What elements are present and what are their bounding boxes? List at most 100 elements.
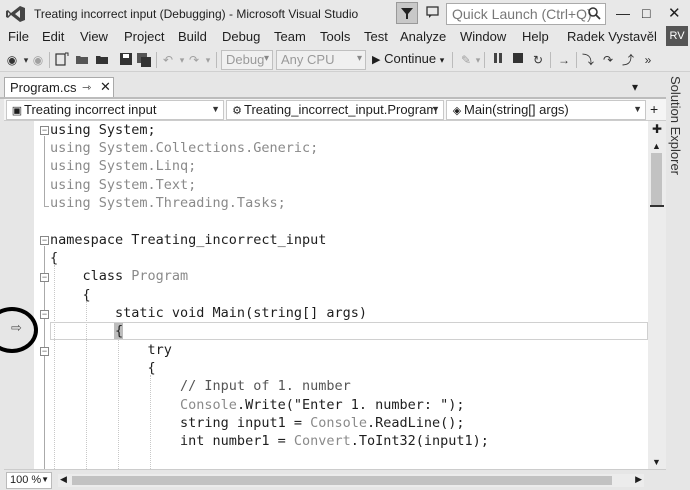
step-into-icon[interactable]: ⤵ <box>580 52 596 68</box>
caret-position-marker <box>650 205 664 207</box>
scroll-down-icon[interactable]: ▼ <box>652 457 661 467</box>
close-tab-icon[interactable]: ✕ <box>100 79 111 95</box>
member-select[interactable]: ◈ Main(string[] args) ▼ <box>446 100 646 120</box>
split-handle-icon[interactable]: ✚ <box>650 123 664 135</box>
code-line[interactable]: { <box>50 322 123 340</box>
open-file-dropdown-icon[interactable] <box>94 52 110 68</box>
continue-button[interactable]: ▶ Continue ▾ <box>372 51 444 66</box>
tab-list-dropdown-icon[interactable]: ▾ <box>632 80 638 94</box>
stop-debugging-icon[interactable] <box>510 52 526 68</box>
scroll-thumb[interactable] <box>72 476 612 485</box>
code-line[interactable]: namespace Treating_incorrect_input <box>50 231 326 249</box>
menu-tools[interactable]: Tools <box>320 29 350 44</box>
project-select[interactable]: ▣ Treating incorrect input ▼ <box>6 100 224 120</box>
notifications-filter-icon[interactable] <box>396 2 418 24</box>
redo-dropdown-icon[interactable]: ▾ <box>200 52 216 68</box>
tab-program-cs[interactable]: Program.cs ⇾ ✕ <box>4 77 114 98</box>
indicator-margin[interactable] <box>4 121 34 469</box>
visual-studio-logo-icon <box>6 6 25 22</box>
save-all-icon[interactable] <box>136 52 152 68</box>
scroll-thumb[interactable] <box>651 153 662 207</box>
code-line-class[interactable]: class Program <box>50 267 189 285</box>
code-line[interactable]: using System.Threading.Tasks; <box>50 194 286 212</box>
quick-launch-input[interactable]: Quick Launch (Ctrl+Q) <box>446 3 606 25</box>
show-next-statement-icon[interactable]: → <box>556 52 572 68</box>
menu-edit[interactable]: Edit <box>42 29 64 44</box>
pin-icon[interactable]: ⇾ <box>82 81 91 94</box>
menu-window[interactable]: Window <box>460 29 506 44</box>
restart-icon[interactable]: ↻ <box>530 52 546 68</box>
collapse-icon[interactable]: − <box>40 310 49 319</box>
menu-project[interactable]: Project <box>124 29 164 44</box>
close-icon[interactable]: ✕ <box>668 4 681 22</box>
open-file-icon[interactable] <box>74 52 90 68</box>
user-avatar[interactable]: RV <box>666 26 688 46</box>
vertical-scrollbar[interactable]: ✚ ▲ ▼ <box>648 121 666 469</box>
zoom-select[interactable]: 100 % ▼ <box>6 472 52 489</box>
save-icon[interactable] <box>118 52 134 68</box>
code-line[interactable]: using System; <box>50 121 156 139</box>
scroll-right-icon[interactable]: ▶ <box>635 474 642 485</box>
step-over-icon[interactable]: ↷ <box>600 52 616 68</box>
collapse-icon[interactable]: − <box>40 273 49 282</box>
continue-label: Continue <box>384 51 437 66</box>
feedback-icon[interactable] <box>424 4 442 22</box>
menu-file[interactable]: File <box>8 29 29 44</box>
break-all-icon[interactable] <box>490 52 506 68</box>
code-line[interactable]: { <box>50 359 156 377</box>
code-line-readline[interactable]: string input1 = Console.ReadLine(); <box>50 414 465 432</box>
method-icon: ◈ <box>452 105 462 117</box>
menu-build[interactable]: Build <box>178 29 207 44</box>
code-line[interactable]: static void Main(string[] args) <box>50 304 367 322</box>
user-name[interactable]: Radek Vystavěl <box>567 29 657 44</box>
navigation-bar: ▣ Treating incorrect input ▼ ⚙ Treating_in… <box>4 99 666 121</box>
code-text: .ToInt32(input1); <box>350 433 489 449</box>
class-select[interactable]: ⚙ Treating_incorrect_input.Program ▼ <box>226 100 444 120</box>
horizontal-scrollbar[interactable]: ◀ ▶ <box>58 474 644 487</box>
outline-line <box>44 136 45 206</box>
scroll-up-icon[interactable]: ▲ <box>652 141 661 151</box>
solution-configuration-select[interactable]: Debug ▾ <box>221 50 273 70</box>
menu-test[interactable]: Test <box>364 29 388 44</box>
code-line-convert[interactable]: int number1 = Convert.ToInt32(input1); <box>50 432 489 450</box>
code-line[interactable]: { <box>50 249 58 267</box>
standard-toolbar: ◉ ▾ ◉ ↶ ▾ ↷ ▾ Debug ▾ Any CPU ▾ ▶ Contin… <box>0 48 690 72</box>
forward-icon[interactable]: ◉ <box>30 52 46 68</box>
solution-explorer-tab[interactable]: Solution Explorer <box>666 72 690 490</box>
chevron-down-icon: ▾ <box>356 53 362 64</box>
type-name: Console <box>50 397 237 413</box>
code-line[interactable]: try <box>50 341 172 359</box>
zoom-value: 100 % <box>10 474 42 486</box>
scroll-left-icon[interactable]: ◀ <box>60 474 67 485</box>
code-line[interactable]: using System.Linq; <box>50 157 196 175</box>
separator <box>216 52 217 68</box>
step-out-icon[interactable]: ⤴ <box>620 52 636 68</box>
window-title: Treating incorrect input (Debugging) - M… <box>34 7 359 21</box>
new-project-icon[interactable] <box>54 52 70 68</box>
solution-platform-value: Any CPU <box>281 52 335 67</box>
collapse-icon[interactable]: − <box>40 236 49 245</box>
minimize-icon[interactable]: — <box>616 5 630 21</box>
code-line[interactable]: using System.Text; <box>50 176 196 194</box>
menu-view[interactable]: View <box>80 29 108 44</box>
toolbar-overflow-icon[interactable]: » <box>640 52 656 68</box>
menu-analyze[interactable]: Analyze <box>400 29 446 44</box>
code-line[interactable]: { <box>50 286 91 304</box>
solution-configuration-value: Debug <box>226 52 265 67</box>
code-editor[interactable]: − − − − − using System; using System.Col… <box>4 121 648 469</box>
code-line[interactable]: // Input of 1. number <box>50 377 351 395</box>
collapse-icon[interactable]: − <box>40 347 49 356</box>
quick-launch-placeholder: Quick Launch (Ctrl+Q) <box>452 6 592 22</box>
chevron-down-icon: ▼ <box>633 104 642 114</box>
menu-help[interactable]: Help <box>522 29 549 44</box>
menu-team[interactable]: Team <box>274 29 306 44</box>
split-icon[interactable]: + <box>650 101 658 117</box>
csharp-project-icon: ▣ <box>11 105 23 117</box>
code-line[interactable]: using System.Collections.Generic; <box>50 139 318 157</box>
separator <box>156 52 157 68</box>
menu-debug[interactable]: Debug <box>222 29 260 44</box>
code-line-write[interactable]: Console.Write("Enter 1. number: "); <box>50 396 464 414</box>
solution-platform-select[interactable]: Any CPU ▾ <box>276 50 366 70</box>
collapse-icon[interactable]: − <box>40 126 49 135</box>
maximize-icon[interactable]: □ <box>642 5 650 21</box>
